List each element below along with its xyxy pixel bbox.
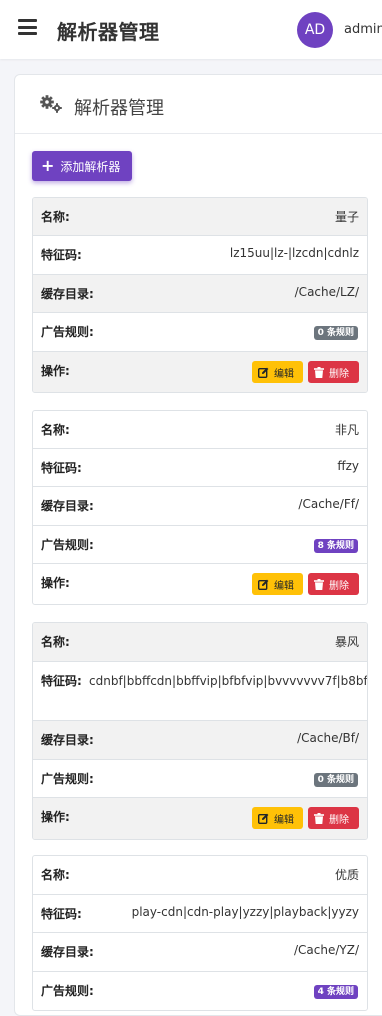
panel-title: 解析器管理 — [74, 98, 164, 119]
edit-label: 编辑 — [274, 814, 294, 826]
delete-button[interactable]: 删除 — [308, 361, 359, 383]
avatar[interactable]: AD — [297, 12, 333, 48]
rules-badge: 0 条规则 — [313, 326, 358, 340]
panel-header: 解析器管理 — [15, 75, 382, 134]
feature-row: 特征码: play-cdn|cdn-play|yzzy|playback|yyz… — [33, 895, 367, 933]
name-label: 名称: — [41, 635, 70, 649]
parser-card: 名称: 量子 特征码: lz15uu|lz-|lzcdn|cdnlz 缓存目录:… — [32, 197, 368, 393]
edit-button[interactable]: 编辑 — [252, 361, 303, 383]
parser-card: 名称: 暴风 特征码: cdnbf|bbffcdn|bbffvip|bfbfvi… — [32, 622, 368, 840]
feature-value: play-cdn|cdn-play|yzzy|playback|yyzy — [131, 905, 359, 919]
add-parser-button[interactable]: + 添加解析器 — [32, 151, 132, 181]
feature-label: 特征码: — [41, 907, 82, 921]
ad-rules-row: 广告规则: 8 条规则 — [33, 526, 367, 564]
actions-row: 操作: 编辑 删除 — [33, 564, 367, 604]
cache-label: 缓存目录: — [41, 733, 94, 747]
rules-badge: 4 条规则 — [313, 985, 358, 999]
feature-row: 特征码: cdnbf|bbffcdn|bbffvip|bfbfvip|bvvvv… — [33, 662, 367, 721]
ad-rules-row: 广告规则: 0 条规则 — [33, 313, 367, 352]
edit-icon — [258, 579, 269, 590]
edit-label: 编辑 — [274, 580, 294, 592]
delete-button[interactable]: 删除 — [308, 573, 359, 595]
delete-label: 删除 — [329, 814, 349, 826]
delete-button[interactable]: 删除 — [308, 807, 359, 829]
parser-card: 名称: 非凡 特征码: ffzy 缓存目录: /Cache/Ff/ 广告规则: … — [32, 410, 368, 605]
parser-panel: 解析器管理 + 添加解析器 名称: 量子 特征码: lz15uu|lz-|lzc… — [14, 74, 382, 1016]
plus-icon: + — [41, 156, 55, 175]
ad-rules-row: 广告规则: 4 条规则 — [33, 972, 367, 1010]
rules-badge: 8 条规则 — [313, 539, 358, 553]
edit-button[interactable]: 编辑 — [252, 573, 303, 595]
cache-value: /Cache/YZ/ — [294, 943, 359, 957]
feature-label: 特征码: — [41, 461, 82, 475]
ad-rules-label: 广告规则: — [41, 538, 94, 552]
feature-row: 特征码: lz15uu|lz-|lzcdn|cdnlz — [33, 236, 367, 275]
feature-row: 特征码: ffzy — [33, 449, 367, 487]
feature-value: ffzy — [337, 459, 359, 473]
name-value: 非凡 — [334, 423, 359, 437]
name-row: 名称: 优质 — [33, 856, 367, 895]
actions-row: 操作: 编辑 删除 — [33, 352, 367, 392]
username[interactable]: admin — [344, 22, 382, 37]
name-label: 名称: — [41, 868, 70, 882]
feature-value: lz15uu|lz-|lzcdn|cdnlz — [229, 246, 359, 260]
trash-icon — [314, 578, 324, 590]
trash-icon — [314, 812, 324, 824]
feature-label: 特征码: — [41, 674, 82, 688]
name-row: 名称: 非凡 — [33, 411, 367, 449]
cache-label: 缓存目录: — [41, 287, 94, 301]
delete-label: 删除 — [329, 368, 349, 380]
name-label: 名称: — [41, 210, 70, 224]
name-row: 名称: 暴风 — [33, 623, 367, 662]
name-row: 名称: 量子 — [33, 198, 367, 236]
edit-icon — [258, 367, 269, 378]
cache-value: /Cache/Bf/ — [297, 731, 359, 745]
cache-value: /Cache/LZ/ — [294, 285, 359, 299]
page-title: 解析器管理 — [57, 20, 160, 44]
delete-label: 删除 — [329, 580, 349, 592]
name-value: 优质 — [334, 868, 359, 882]
trash-icon — [314, 366, 324, 378]
cache-row: 缓存目录: /Cache/Ff/ — [33, 487, 367, 526]
edit-icon — [258, 813, 269, 824]
actions-label: 操作: — [41, 364, 70, 378]
feature-value: cdnbf|bbffcdn|bbffvip|bfbfvip|bvvvvvvv7f… — [89, 674, 367, 688]
actions-label: 操作: — [41, 576, 70, 590]
cache-value: /Cache/Ff/ — [298, 497, 359, 511]
feature-label: 特征码: — [41, 248, 82, 262]
actions-label: 操作: — [41, 810, 70, 824]
name-label: 名称: — [41, 423, 70, 437]
gears-icon — [40, 95, 62, 113]
cache-label: 缓存目录: — [41, 945, 94, 959]
edit-button[interactable]: 编辑 — [252, 807, 303, 829]
ad-rules-label: 广告规则: — [41, 984, 94, 998]
ad-rules-label: 广告规则: — [41, 325, 94, 339]
cache-row: 缓存目录: /Cache/LZ/ — [33, 275, 367, 313]
top-bar: 解析器管理 AD admin — [0, 0, 382, 59]
name-value: 量子 — [334, 210, 359, 224]
cache-row: 缓存目录: /Cache/YZ/ — [33, 933, 367, 972]
actions-row: 操作: 编辑 删除 — [33, 798, 367, 839]
ad-rules-row: 广告规则: 0 条规则 — [33, 760, 367, 798]
add-parser-label: 添加解析器 — [60, 159, 121, 174]
name-value: 暴风 — [334, 635, 359, 649]
rules-badge: 0 条规则 — [313, 773, 358, 787]
cache-row: 缓存目录: /Cache/Bf/ — [33, 721, 367, 760]
menu-icon[interactable] — [18, 19, 37, 35]
ad-rules-label: 广告规则: — [41, 772, 94, 786]
parser-card: 名称: 优质 特征码: play-cdn|cdn-play|yzzy|playb… — [32, 855, 368, 1011]
cache-label: 缓存目录: — [41, 499, 94, 513]
edit-label: 编辑 — [274, 368, 294, 380]
